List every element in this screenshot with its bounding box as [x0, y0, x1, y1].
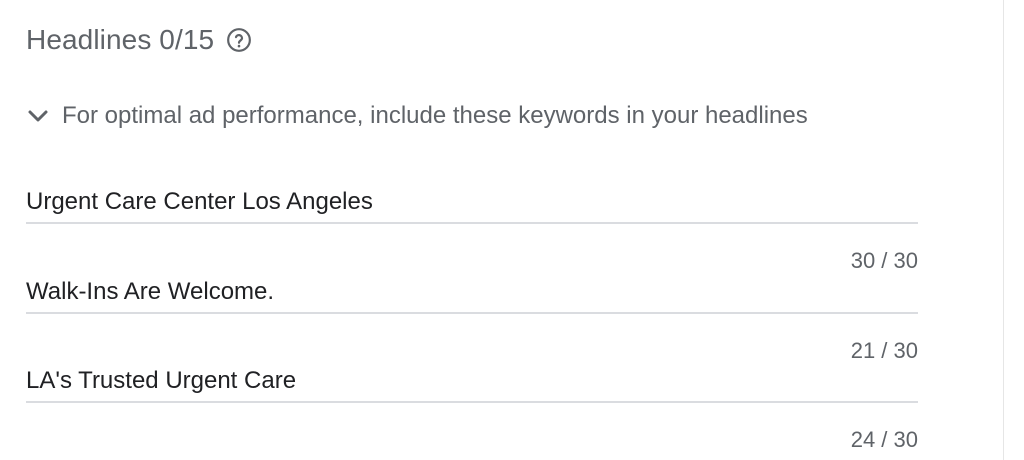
keyword-hint-toggle[interactable]: For optimal ad performance, include thes…	[26, 98, 808, 134]
headline-field-1: 30 / 30	[26, 182, 918, 273]
headline-underline	[26, 312, 918, 314]
chevron-down-icon	[26, 104, 50, 128]
char-counter: 24 / 30	[850, 427, 918, 452]
headline-field-2: 21 / 30	[26, 272, 918, 363]
char-counter: 30 / 30	[850, 248, 918, 273]
panel-right-border	[1003, 0, 1004, 460]
help-icon[interactable]	[226, 27, 252, 53]
headline-input-1[interactable]	[26, 182, 918, 222]
headlines-header: Headlines 0/15	[26, 22, 252, 58]
headline-field-3: 24 / 30	[26, 361, 918, 452]
headline-input-3[interactable]	[26, 361, 918, 401]
headline-underline	[26, 401, 918, 403]
keyword-hint-text: For optimal ad performance, include thes…	[62, 102, 808, 129]
headlines-title: Headlines 0/15	[26, 24, 215, 55]
headline-input-2[interactable]	[26, 272, 918, 312]
headline-underline	[26, 222, 918, 224]
